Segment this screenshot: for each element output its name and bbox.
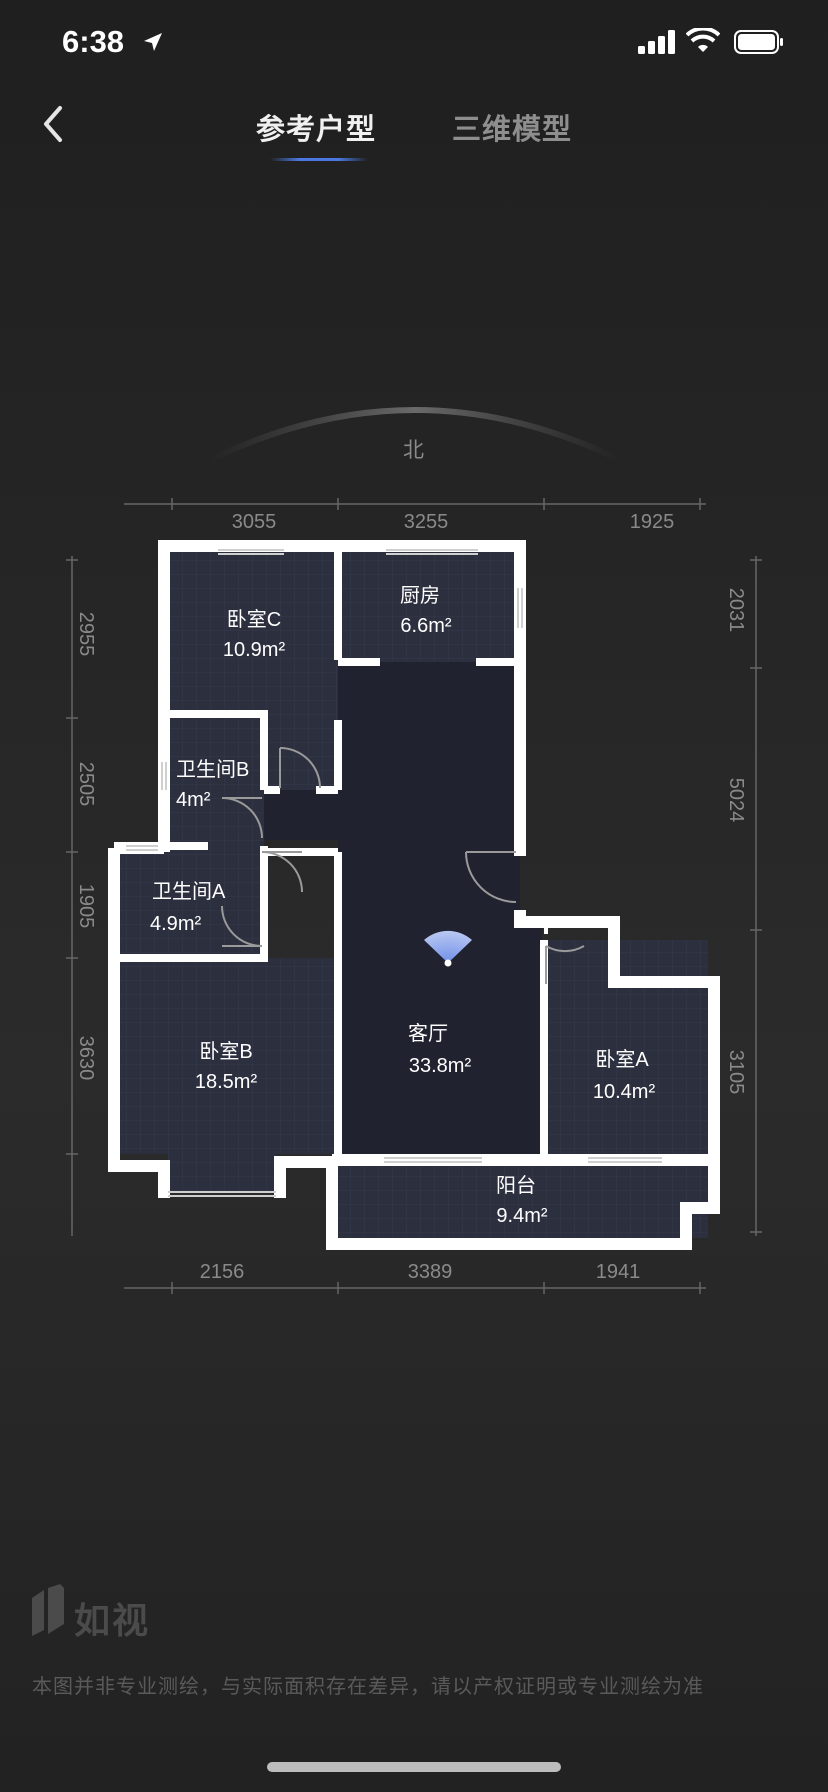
active-tab-indicator — [270, 158, 368, 161]
dim-left-4: 3630 — [75, 1036, 97, 1081]
room-name: 卧室B — [199, 1040, 252, 1063]
svg-text:33.8m²: 33.8m² — [409, 1055, 472, 1077]
room-name: 卧室A — [595, 1048, 649, 1071]
location-arrow-icon — [144, 33, 162, 51]
battery-icon — [734, 30, 783, 54]
dim-top-3: 1925 — [630, 511, 675, 533]
room-unit: m² — [632, 1081, 656, 1103]
home-indicator[interactable] — [267, 1762, 561, 1772]
svg-text:9.4m²: 9.4m² — [496, 1205, 547, 1227]
dim-left-1: 2955 — [75, 612, 97, 657]
room-unit: m² — [524, 1205, 548, 1227]
room-unit: m² — [262, 639, 286, 661]
dim-top-2: 3255 — [404, 511, 449, 533]
dim-bottom-2: 3389 — [408, 1261, 453, 1283]
brand-name: 如视 — [74, 1600, 151, 1641]
room-unit: m² — [178, 913, 202, 935]
dim-bottom-3: 1941 — [596, 1261, 641, 1283]
wifi-icon — [686, 28, 720, 52]
room-area: 4 — [176, 789, 187, 811]
room-area: 10.9 — [223, 639, 262, 661]
tab-reference-layout[interactable]: 参考户型 — [256, 106, 376, 148]
svg-text:10.9m²: 10.9m² — [223, 639, 286, 661]
room-area: 9.4 — [496, 1205, 524, 1227]
room-area: 33.8 — [409, 1055, 448, 1077]
room-name: 卧室C — [227, 608, 281, 631]
svg-text:4.9m²: 4.9m² — [150, 913, 201, 935]
floor-plan: 3055 3255 1925 2156 3389 1941 2955 2505 … — [66, 498, 762, 1294]
room-area: 10.4 — [593, 1081, 632, 1103]
status-time: 6:38 — [62, 24, 125, 59]
back-chevron-icon[interactable] — [36, 104, 72, 144]
dim-right-1: 2031 — [725, 588, 747, 633]
dim-right-2: 5024 — [725, 778, 747, 823]
room-name: 客厅 — [408, 1022, 448, 1045]
dim-left-3: 1905 — [75, 884, 97, 929]
cellular-signal-icon — [638, 30, 675, 54]
room-unit: m² — [448, 1055, 472, 1077]
room-area: 18.5 — [195, 1071, 234, 1093]
svg-text:4m²: 4m² — [176, 789, 211, 811]
room-name: 卫生间B — [176, 758, 249, 781]
svg-text:18.5m²: 18.5m² — [195, 1071, 258, 1093]
dim-bottom-1: 2156 — [200, 1261, 245, 1283]
svg-text:6.6m²: 6.6m² — [400, 615, 451, 637]
svg-text:10.4m²: 10.4m² — [593, 1081, 656, 1103]
tab-3d-model[interactable]: 三维模型 — [452, 106, 572, 148]
dim-top-1: 3055 — [232, 511, 277, 533]
dim-left-2: 2505 — [75, 762, 97, 807]
north-label: 北 — [403, 439, 424, 462]
dim-right-3: 3105 — [725, 1050, 747, 1095]
room-name: 阳台 — [496, 1174, 536, 1197]
disclaimer-text: 本图并非专业测绘，与实际面积存在差异，请以产权证明或专业测绘为准 — [32, 1676, 704, 1698]
room-area: 6.6 — [400, 615, 428, 637]
room-name: 卫生间A — [152, 880, 226, 903]
room-area: 4.9 — [150, 913, 178, 935]
brand-logo-icon — [32, 1584, 64, 1636]
room-name: 厨房 — [400, 584, 440, 607]
room-unit: m² — [428, 615, 452, 637]
room-unit: m² — [234, 1071, 258, 1093]
room-unit: m² — [187, 789, 211, 811]
